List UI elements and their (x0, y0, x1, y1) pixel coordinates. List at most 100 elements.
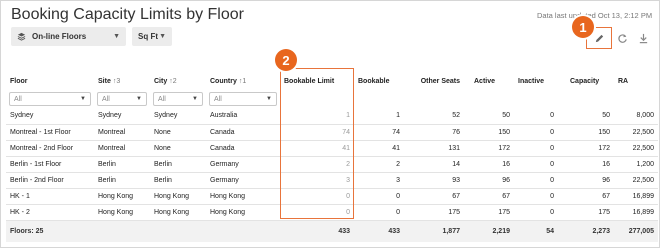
cell-capacity: 172 (558, 140, 614, 157)
cell-bookable: 2 (354, 156, 404, 173)
sort-asc-icon: ↑3 (112, 77, 121, 85)
cell-city: None (150, 124, 206, 141)
cell-other-seats: 76 (404, 124, 464, 141)
cell-active: 50 (464, 108, 514, 125)
sort-asc-icon: ↑1 (238, 77, 247, 85)
cell-country: Canada (206, 124, 280, 141)
cell-country: Australia (206, 108, 280, 125)
cell-country: Hong Kong (206, 204, 280, 221)
cell-bookable: 1 (354, 108, 404, 125)
total-other-seats: 1,877 (404, 219, 464, 242)
cell-floor: Sydney (6, 108, 94, 125)
cell-other-seats: 131 (404, 140, 464, 157)
cell-city: None (150, 140, 206, 157)
cell-other-seats: 52 (404, 108, 464, 125)
floors-dropdown[interactable]: On-line Floors ▼ (11, 27, 126, 46)
cell-bookable: 0 (354, 204, 404, 221)
cell-floor: Berlin - 2nd Floor (6, 172, 94, 189)
city-filter-select[interactable]: All ▼ (153, 92, 203, 106)
col-city[interactable]: City ↑2 (150, 72, 206, 90)
cell-site: Berlin (94, 172, 150, 189)
cell-floor: Berlin - 1st Floor (6, 156, 94, 173)
total-capacity: 2,273 (558, 219, 614, 242)
edit-icon[interactable] (592, 31, 606, 45)
cell-other-seats: 67 (404, 188, 464, 205)
site-filter-select[interactable]: All ▼ (97, 92, 147, 106)
bookable-limit-highlight-box (280, 68, 354, 219)
cell-floor: Montreal - 2nd Floor (6, 140, 94, 157)
cell-city: Sydney (150, 108, 206, 125)
cell-active: 16 (464, 156, 514, 173)
cell-site: Berlin (94, 156, 150, 173)
col-inactive[interactable]: Inactive (514, 72, 558, 90)
total-floors: Floors: 25 (6, 219, 94, 242)
col-site[interactable]: Site ↑3 (94, 72, 150, 90)
cell-active: 150 (464, 124, 514, 141)
cell-city: Berlin (150, 172, 206, 189)
cell-active: 172 (464, 140, 514, 157)
country-filter-select[interactable]: All ▼ (209, 92, 277, 106)
cell-ra: 22,500 (614, 124, 658, 141)
cell-ra: 16,899 (614, 188, 658, 205)
cell-inactive: 0 (514, 124, 558, 141)
page-title: Booking Capacity Limits by Floor (11, 6, 244, 23)
cell-site: Hong Kong (94, 188, 150, 205)
cell-ra: 22,500 (614, 140, 658, 157)
cell-site: Sydney (94, 108, 150, 125)
cell-ra: 1,200 (614, 156, 658, 173)
chevron-down-icon: ▼ (159, 33, 166, 40)
floors-dropdown-label: On-line Floors (32, 32, 87, 41)
last-updated-text: Data last updated Oct 13, 2:12 PM (537, 11, 653, 20)
cell-floor: HK - 1 (6, 188, 94, 205)
cell-inactive: 0 (514, 204, 558, 221)
cell-other-seats: 93 (404, 172, 464, 189)
cell-site: Montreal (94, 124, 150, 141)
cell-city: Hong Kong (150, 188, 206, 205)
chevron-down-icon: ▼ (192, 96, 198, 102)
cell-country: Hong Kong (206, 188, 280, 205)
cell-country: Germany (206, 172, 280, 189)
cell-active: 96 (464, 172, 514, 189)
col-country[interactable]: Country ↑1 (206, 72, 280, 90)
callout-badge-2: 2 (275, 49, 297, 71)
cell-capacity: 67 (558, 188, 614, 205)
cell-ra: 16,899 (614, 204, 658, 221)
download-icon[interactable] (636, 31, 650, 45)
sort-asc-icon: ↑2 (169, 77, 177, 85)
col-active[interactable]: Active (464, 72, 514, 90)
cell-capacity: 175 (558, 204, 614, 221)
cell-floor: Montreal - 1st Floor (6, 124, 94, 141)
cell-country: Canada (206, 140, 280, 157)
cell-country: Germany (206, 156, 280, 173)
col-other-seats[interactable]: Other Seats (404, 72, 464, 90)
cell-other-seats: 14 (404, 156, 464, 173)
unit-dropdown[interactable]: Sq Ft ▼ (132, 27, 172, 46)
total-active: 2,219 (464, 219, 514, 242)
cell-other-seats: 175 (404, 204, 464, 221)
cell-capacity: 50 (558, 108, 614, 125)
chevron-down-icon: ▼ (266, 96, 272, 102)
cell-active: 175 (464, 204, 514, 221)
totals-row: Floors: 25 433 433 1,877 2,219 54 2,273 … (6, 219, 658, 242)
cell-site: Hong Kong (94, 204, 150, 221)
chevron-down-icon: ▼ (113, 33, 120, 40)
col-floor[interactable]: Floor (6, 72, 94, 90)
cell-bookable: 0 (354, 188, 404, 205)
chevron-down-icon: ▼ (136, 96, 142, 102)
floor-filter-select[interactable]: All ▼ (9, 92, 91, 106)
callout-badge-1: 1 (572, 16, 594, 38)
cell-capacity: 96 (558, 172, 614, 189)
cell-inactive: 0 (514, 140, 558, 157)
cell-city: Berlin (150, 156, 206, 173)
cell-bookable: 74 (354, 124, 404, 141)
col-capacity[interactable]: Capacity (558, 72, 614, 90)
cell-capacity: 16 (558, 156, 614, 173)
cell-ra: 22,500 (614, 172, 658, 189)
cell-inactive: 0 (514, 188, 558, 205)
col-ra[interactable]: RA (614, 72, 658, 90)
col-bookable[interactable]: Bookable (354, 72, 404, 90)
cell-active: 67 (464, 188, 514, 205)
unit-dropdown-label: Sq Ft (138, 32, 158, 41)
cell-capacity: 150 (558, 124, 614, 141)
refresh-icon[interactable] (615, 31, 629, 45)
